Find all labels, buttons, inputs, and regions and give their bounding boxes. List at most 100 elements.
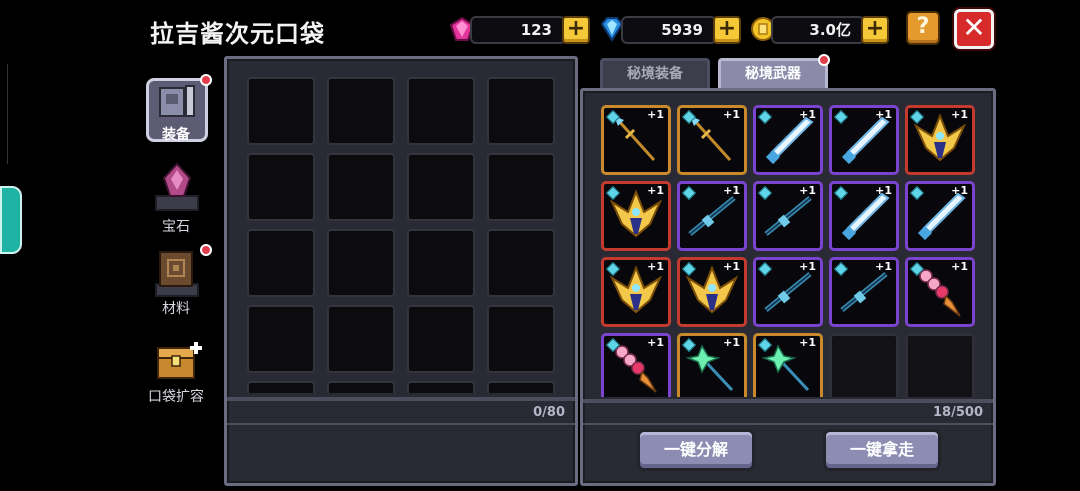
pocket-slot[interactable]: [247, 229, 315, 297]
weapon-slot[interactable]: +1: [677, 333, 747, 397]
material-book-icon: [155, 251, 199, 297]
pink-gem-amount: 123: [470, 16, 566, 44]
sidebar-item-gems[interactable]: 宝石: [136, 160, 218, 236]
page-title: 拉吉酱次元口袋: [150, 20, 325, 48]
treasure-chest-icon: [157, 342, 202, 379]
upgrade-level: +1: [875, 184, 892, 197]
pocket-slot[interactable]: [327, 229, 395, 297]
currency-blue-diamond: 5939 +: [597, 14, 747, 46]
weapon-slot[interactable]: +1: [905, 257, 975, 327]
storage-panel: +1 +1 +1 +1 +1 +1 +1 +1 +1 +1 +1 +1 +1 +1 +1 +1 +1 +1 18/…: [580, 88, 996, 486]
decompose-all-button[interactable]: 一键分解: [637, 429, 755, 471]
upgrade-level: +1: [647, 108, 664, 121]
sidebar-item-label: 宝石: [162, 219, 190, 235]
add-gold-coin-button[interactable]: +: [861, 16, 889, 44]
left-edge-widget[interactable]: [0, 186, 22, 254]
weapon-slot[interactable]: +1: [829, 181, 899, 251]
upgrade-level: +1: [647, 336, 664, 349]
pocket-panel: 0/80: [224, 56, 578, 486]
tab-secret-equipment[interactable]: 秘境装备: [600, 58, 710, 88]
weapon-slot[interactable]: +1: [677, 181, 747, 251]
weapon-slot[interactable]: +1: [677, 105, 747, 175]
weapon-slot[interactable]: +1: [753, 333, 823, 397]
storage-footer-divider: [583, 423, 993, 425]
weapon-slot[interactable]: +1: [905, 181, 975, 251]
pocket-slot[interactable]: [327, 77, 395, 145]
pocket-slot[interactable]: [247, 305, 315, 373]
upgrade-level: +1: [723, 108, 740, 121]
weapon-slot[interactable]: +1: [677, 257, 747, 327]
close-button[interactable]: ✕: [954, 9, 994, 49]
notification-dot: [818, 54, 830, 66]
sidebar-item-materials[interactable]: 材料: [136, 242, 218, 318]
notification-dot: [200, 244, 212, 256]
weapon-slot-empty[interactable]: [829, 333, 899, 397]
pocket-slot[interactable]: [407, 381, 475, 393]
pocket-divider: [227, 397, 575, 401]
help-button[interactable]: ?: [906, 11, 940, 45]
weapon-slot[interactable]: +1: [753, 181, 823, 251]
weapon-slot[interactable]: +1: [829, 257, 899, 327]
sidebar-item-expand-pocket[interactable]: 口袋扩容: [136, 334, 218, 410]
upgrade-level: +1: [951, 108, 968, 121]
pocket-slot[interactable]: [327, 153, 395, 221]
pocket-footer-divider: [227, 423, 575, 425]
currency-gold-coin: 3.0亿 +: [749, 14, 895, 46]
upgrade-level: +1: [647, 260, 664, 273]
pocket-slot[interactable]: [407, 153, 475, 221]
storage-count: 18/500: [933, 405, 983, 420]
pocket-slot[interactable]: [487, 381, 555, 393]
tab-secret-weapons[interactable]: 秘境武器: [718, 58, 828, 88]
left-edge-line: [0, 64, 8, 164]
notification-dot: [200, 74, 212, 86]
gold-coin-amount: 3.0亿: [771, 16, 865, 44]
weapon-slot[interactable]: +1: [905, 105, 975, 175]
weapon-slot[interactable]: +1: [601, 333, 671, 397]
pocket-count: 0/80: [533, 405, 565, 420]
pocket-slot[interactable]: [407, 305, 475, 373]
pocket-slot[interactable]: [327, 381, 395, 393]
add-blue-diamond-button[interactable]: +: [713, 16, 741, 44]
weapon-slot[interactable]: +1: [601, 257, 671, 327]
weapon-slot[interactable]: +1: [753, 105, 823, 175]
storage-divider: [583, 399, 993, 403]
upgrade-level: +1: [951, 260, 968, 273]
weapon-slot[interactable]: +1: [753, 257, 823, 327]
pocket-slot[interactable]: [487, 153, 555, 221]
upgrade-level: +1: [723, 184, 740, 197]
upgrade-level: +1: [647, 184, 664, 197]
pocket-slot[interactable]: [407, 229, 475, 297]
upgrade-level: +1: [723, 260, 740, 273]
armor-icon: [159, 85, 195, 117]
weapon-slot[interactable]: +1: [601, 181, 671, 251]
blue-diamond-amount: 5939: [621, 16, 717, 44]
upgrade-level: +1: [799, 260, 816, 273]
weapon-slot[interactable]: +1: [601, 105, 671, 175]
sidebar-item-label: 材料: [162, 301, 190, 317]
weapon-grid: +1 +1 +1 +1 +1 +1 +1 +1 +1 +1 +1 +1 +1 +1 +1 +1 +1 +1: [599, 103, 979, 397]
pocket-slot[interactable]: [247, 77, 315, 145]
upgrade-level: +1: [799, 184, 816, 197]
add-pink-gem-button[interactable]: +: [562, 16, 590, 44]
upgrade-level: +1: [723, 336, 740, 349]
upgrade-level: +1: [799, 108, 816, 121]
pocket-slot[interactable]: [247, 381, 315, 393]
pocket-slot[interactable]: [487, 77, 555, 145]
pocket-slot[interactable]: [487, 229, 555, 297]
pocket-slot[interactable]: [327, 305, 395, 373]
pocket-slot[interactable]: [247, 153, 315, 221]
sidebar-item-label: 装备: [162, 127, 190, 143]
upgrade-level: +1: [799, 336, 816, 349]
pocket-grid: [241, 71, 561, 393]
take-all-button[interactable]: 一键拿走: [823, 429, 941, 471]
weapon-slot[interactable]: +1: [829, 105, 899, 175]
pocket-slot[interactable]: [487, 305, 555, 373]
upgrade-level: +1: [875, 260, 892, 273]
pocket-slot[interactable]: [407, 77, 475, 145]
currency-pink-gem: 123 +: [448, 14, 596, 46]
sidebar-item-label: 口袋扩容: [148, 389, 204, 405]
upgrade-level: +1: [951, 184, 968, 197]
upgrade-level: +1: [875, 108, 892, 121]
sidebar-item-equipment[interactable]: 装备: [136, 74, 218, 146]
weapon-slot-empty[interactable]: [905, 333, 975, 397]
